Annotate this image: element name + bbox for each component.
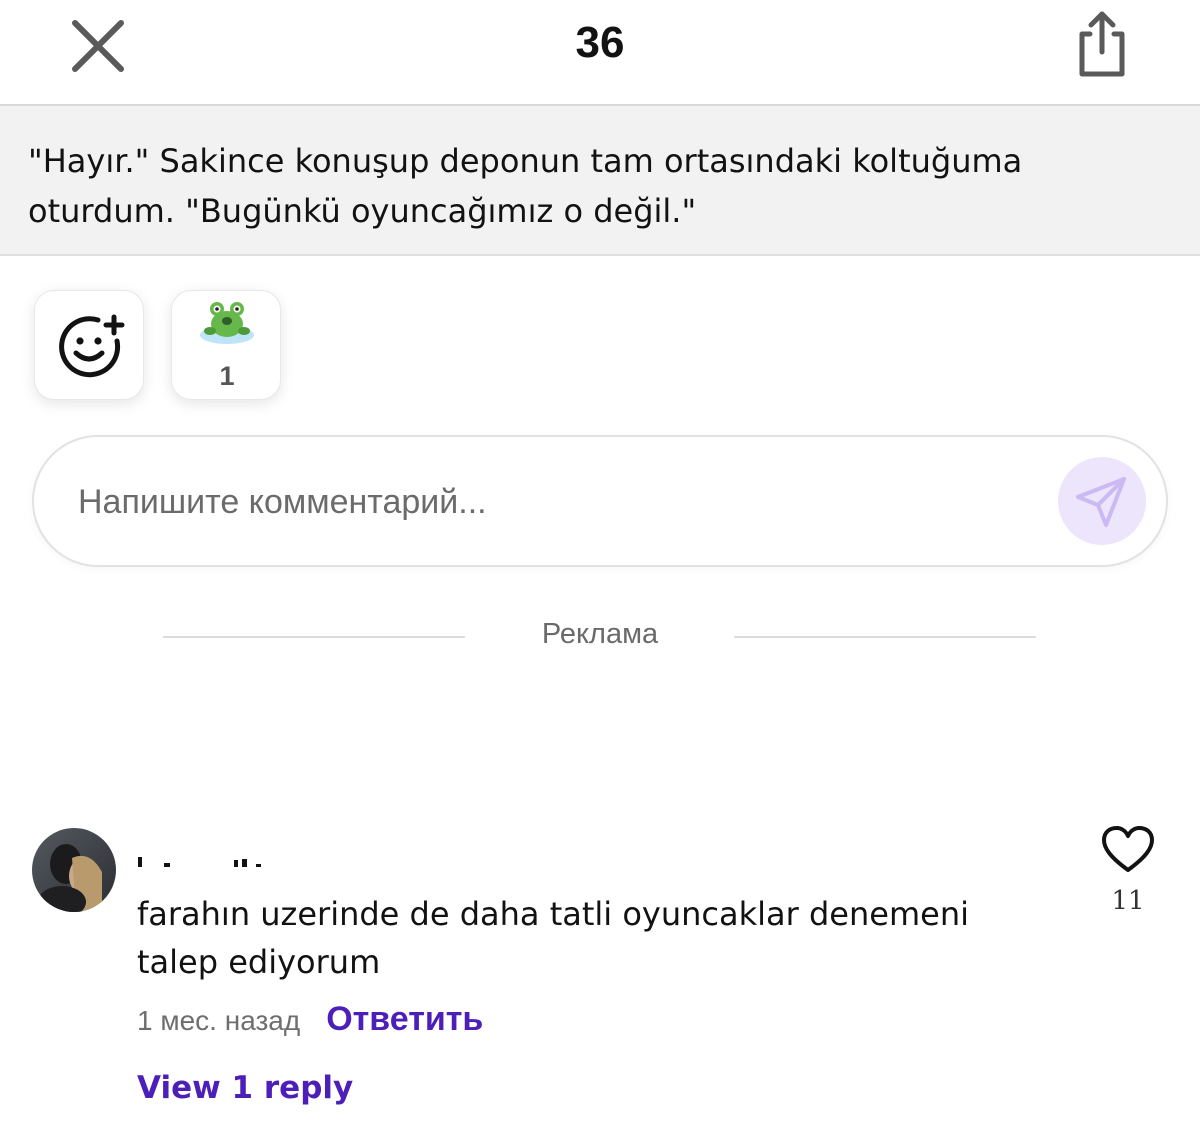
frog-sticker-icon: [200, 302, 254, 344]
paragraph-text: "Hayır." Sakince konuşup deponun tam ort…: [28, 142, 1023, 230]
send-button[interactable]: [1058, 457, 1146, 545]
comment-text: farahın uzerinde de daha tatli oyuncakla…: [137, 895, 969, 981]
like-button[interactable]: [1100, 824, 1156, 878]
comment-input[interactable]: [76, 467, 1030, 537]
comment-composer: [32, 435, 1168, 567]
username-redacted: [138, 857, 261, 867]
reply-button[interactable]: Ответить: [326, 1000, 483, 1039]
divider-right: [734, 636, 1036, 638]
comment-timestamp: 1 мес. назад: [137, 1005, 301, 1036]
view-replies-link[interactable]: View 1 reply: [137, 1070, 353, 1106]
ad-label: Реклама: [541, 618, 659, 650]
avatar[interactable]: [32, 828, 116, 912]
reaction-count: 1: [219, 361, 235, 391]
like-count: 11: [1111, 886, 1145, 916]
heart-icon: [1102, 826, 1154, 872]
add-emoji-icon: [59, 314, 125, 378]
user-photo: [32, 828, 116, 912]
highlighted-paragraph: "Hayır." Sakince konuşup deponun tam ort…: [0, 106, 1200, 256]
share-icon: [1079, 11, 1125, 77]
share-button[interactable]: [1070, 8, 1134, 80]
frog-reaction-button[interactable]: 1: [171, 290, 281, 400]
divider-left: [163, 636, 465, 638]
comment-meta: 1 мес. назад Ответить: [137, 1000, 483, 1044]
add-reaction-button[interactable]: [34, 290, 144, 400]
send-icon: [1076, 477, 1126, 527]
top-bar: 36: [0, 0, 1200, 106]
chapter-number: 36: [575, 18, 625, 67]
